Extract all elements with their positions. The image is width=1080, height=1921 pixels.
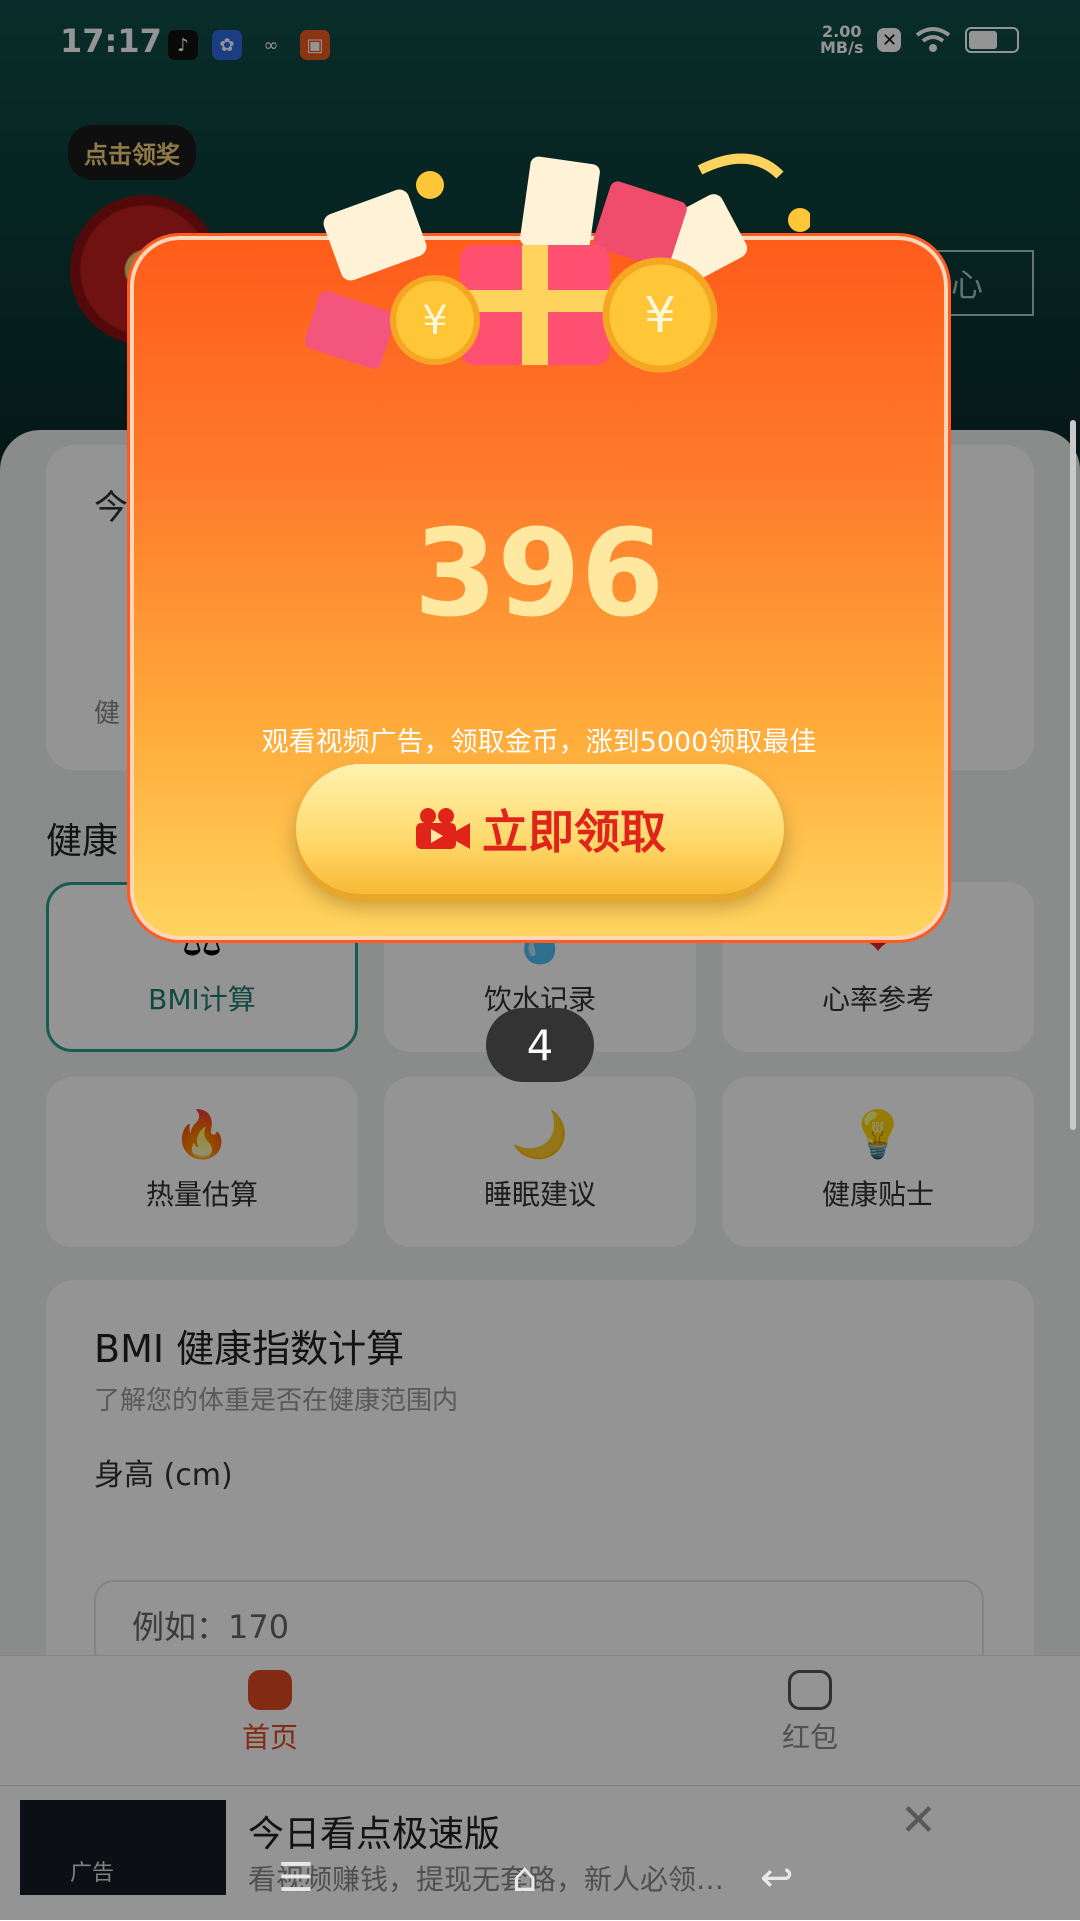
scrollbar[interactable]	[1070, 420, 1076, 1130]
reward-amount: 396	[413, 505, 665, 644]
home-nav-icon[interactable]: ⌂	[512, 1855, 537, 1901]
claim-label: 立即领取	[482, 805, 666, 859]
countdown-badge: 4	[486, 1008, 594, 1082]
video-camera-icon	[416, 808, 470, 849]
gift-coins-icon: ¥ ¥	[304, 153, 810, 373]
menu-nav-icon[interactable]: ☰	[278, 1855, 314, 1901]
svg-text:¥: ¥	[422, 298, 447, 344]
reward-hint: 观看视频广告，领取金币，涨到5000领取最佳	[261, 727, 817, 758]
claim-button[interactable]: 立即领取	[296, 764, 784, 894]
back-nav-icon[interactable]: ↩	[760, 1855, 794, 1901]
svg-text:¥: ¥	[644, 286, 676, 344]
